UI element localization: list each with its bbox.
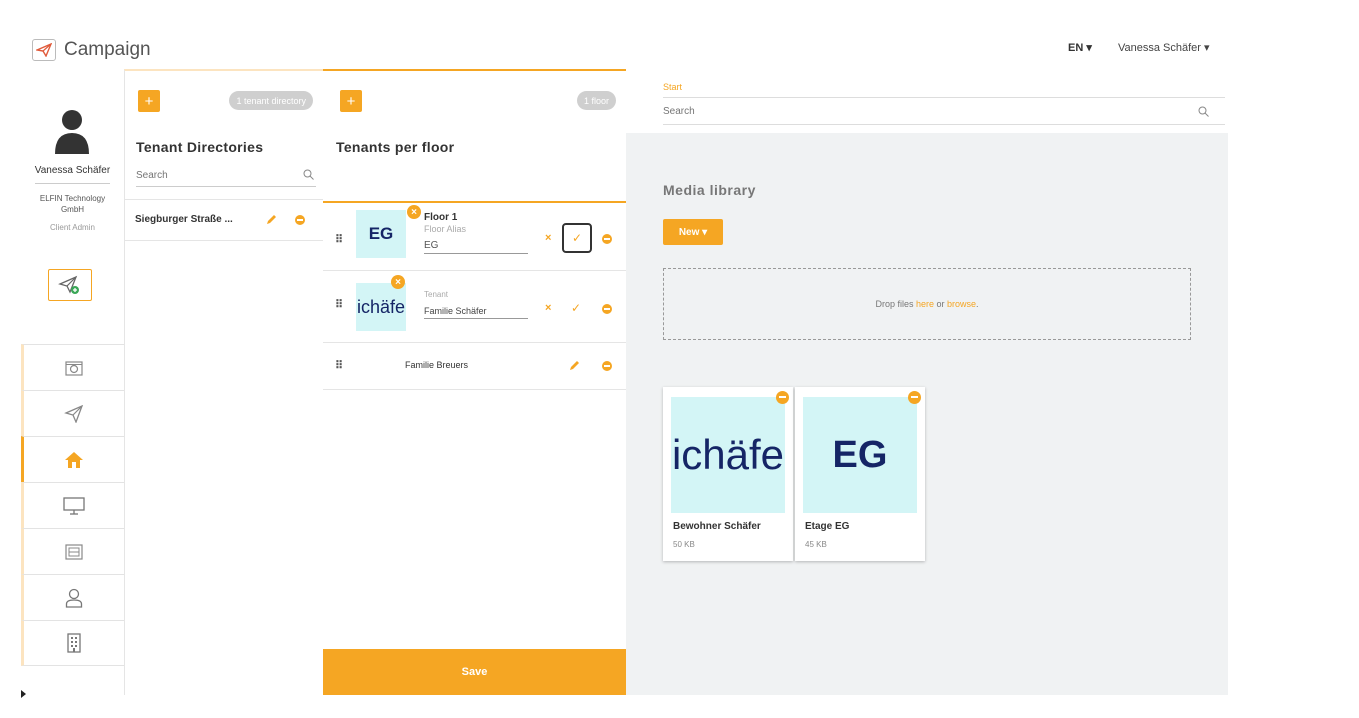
- nav-displays[interactable]: [21, 482, 124, 528]
- directory-count-badge: 1 tenant directory: [229, 91, 313, 110]
- confirm-icon[interactable]: ✓: [571, 301, 581, 315]
- directories-title: Tenant Directories: [136, 139, 264, 155]
- collapse-arrow-icon[interactable]: [21, 690, 26, 698]
- edit-pencil-icon[interactable]: [569, 360, 580, 371]
- remove-floor-icon[interactable]: [602, 234, 612, 244]
- nav-campaigns[interactable]: [21, 390, 124, 436]
- edit-pencil-icon[interactable]: [266, 214, 277, 225]
- directory-search-input[interactable]: [136, 165, 316, 186]
- media-search-input[interactable]: [663, 98, 1183, 124]
- tenant-name: Familie Breuers: [405, 360, 469, 370]
- top-bar: Campaign EN ▾ Vanessa Schäfer ▾: [21, 33, 1228, 69]
- media-header: Start: [626, 69, 1228, 133]
- campaign-logo-icon: [32, 39, 56, 61]
- floors-title: Tenants per floor: [336, 139, 455, 155]
- avatar-icon: [55, 110, 89, 154]
- breadcrumb[interactable]: Start: [663, 82, 682, 92]
- tenant-label: Tenant: [424, 290, 449, 299]
- add-directory-button[interactable]: +: [138, 90, 160, 112]
- tenant-row[interactable]: ⠿ Familie Breuers: [323, 343, 626, 390]
- floor-alias-label: Floor Alias: [424, 224, 467, 234]
- building-icon: [67, 633, 81, 653]
- nav-users[interactable]: [21, 574, 124, 620]
- remove-floor-image-icon[interactable]: ×: [407, 205, 421, 219]
- drop-text-prefix: Drop files: [875, 299, 916, 309]
- media-name: Bewohner Schäfer: [673, 521, 761, 532]
- cancel-icon[interactable]: ×: [545, 302, 551, 314]
- monitor-icon: [63, 496, 85, 515]
- profile-divider: [35, 183, 110, 184]
- drop-text-suffix: .: [976, 299, 979, 309]
- directory-name: Siegburger Straße ...: [135, 214, 233, 225]
- drag-handle-icon[interactable]: ⠿: [335, 298, 343, 311]
- tenant-thumbnail: ichäfe: [356, 283, 406, 331]
- drop-text-middle: or: [933, 299, 947, 309]
- browse-link[interactable]: browse: [947, 299, 976, 309]
- add-floor-button[interactable]: +: [340, 90, 362, 112]
- user-menu[interactable]: Vanessa Schäfer ▾: [1118, 41, 1210, 54]
- cancel-icon[interactable]: ×: [545, 232, 551, 244]
- media-card[interactable]: EG Etage EG 45 KB: [795, 387, 925, 561]
- house-icon: [65, 451, 83, 468]
- directory-row[interactable]: Siegburger Straße ...: [125, 199, 324, 241]
- tenants-per-floor-panel: + 1 floor Tenants per floor ⠿ EG × Floor…: [323, 69, 626, 695]
- tenant-edit-row: ⠿ ichäfe × Tenant Familie Schäfer × ✓: [323, 271, 626, 343]
- new-media-button[interactable]: New ▾: [663, 219, 723, 245]
- profile-role: Client Admin: [50, 223, 95, 232]
- media-card[interactable]: ichäfe Bewohner Schäfer 50 KB: [663, 387, 793, 561]
- language-selector[interactable]: EN ▾: [1068, 41, 1092, 54]
- floor-thumbnail: EG: [356, 210, 406, 258]
- profile-name: Vanessa Schäfer: [34, 165, 111, 176]
- save-button[interactable]: Save: [323, 649, 626, 695]
- media-size: 45 KB: [805, 540, 827, 549]
- paper-plane-icon: [64, 404, 84, 423]
- drag-handle-icon[interactable]: ⠿: [335, 359, 343, 372]
- tenant-directories-panel: + 1 tenant directory Tenant Directories …: [124, 69, 324, 695]
- media-name: Etage EG: [805, 521, 850, 532]
- tenant-thumbnail-text: ichäfe: [356, 296, 406, 317]
- nav-buildings[interactable]: [21, 620, 124, 666]
- media-size: 50 KB: [673, 540, 695, 549]
- remove-tenant-icon[interactable]: [602, 304, 612, 314]
- remove-media-icon[interactable]: [908, 391, 921, 404]
- media-library-title: Media library: [663, 182, 756, 198]
- media-thumbnail-text: ichäfe: [671, 431, 785, 478]
- floor-name: Floor 1: [424, 212, 458, 223]
- floor-count-badge: 1 floor: [576, 91, 616, 110]
- profile-company: ELFIN Technology GmbH: [39, 194, 106, 214]
- tenant-name-input[interactable]: Familie Schäfer: [424, 302, 528, 319]
- file-drop-zone[interactable]: Drop files here or browse .: [663, 268, 1191, 340]
- directory-search: [136, 165, 316, 187]
- nav-layouts[interactable]: [21, 528, 124, 574]
- media-thumbnail: EG: [803, 397, 917, 513]
- user-icon: [65, 588, 83, 608]
- media-library-panel: Start Media library New ▾ Drop files her…: [626, 69, 1228, 695]
- remove-directory-icon[interactable]: [295, 215, 305, 225]
- media-thumbnail-text: EG: [832, 433, 888, 476]
- nav-media[interactable]: [21, 344, 124, 390]
- confirm-floor-button[interactable]: ✓: [562, 223, 592, 253]
- media-thumbnail: ichäfe: [671, 397, 785, 513]
- remove-tenant-image-icon[interactable]: ×: [391, 275, 405, 289]
- search-icon[interactable]: [303, 169, 314, 180]
- nav-tenant-directories[interactable]: [21, 436, 124, 482]
- remove-tenant-icon[interactable]: [602, 361, 612, 371]
- app-title: Campaign: [64, 39, 151, 60]
- search-icon[interactable]: [1198, 106, 1209, 117]
- new-campaign-button[interactable]: [48, 269, 92, 301]
- media-search: [663, 97, 1225, 125]
- media-icon: [65, 360, 83, 376]
- layout-icon: [65, 543, 83, 560]
- profile-sidebar: Vanessa Schäfer ELFIN Technology GmbH Cl…: [21, 69, 124, 695]
- drag-handle-icon[interactable]: ⠿: [335, 233, 343, 246]
- floor-thumbnail-text: EG: [368, 224, 394, 243]
- remove-media-icon[interactable]: [776, 391, 789, 404]
- drop-here-link[interactable]: here: [916, 299, 934, 309]
- floor-alias-input[interactable]: EG: [424, 237, 528, 254]
- paper-plane-add-icon: [58, 275, 79, 294]
- floor-edit-row: ⠿ EG × Floor 1 Floor Alias EG × ✓: [323, 201, 626, 271]
